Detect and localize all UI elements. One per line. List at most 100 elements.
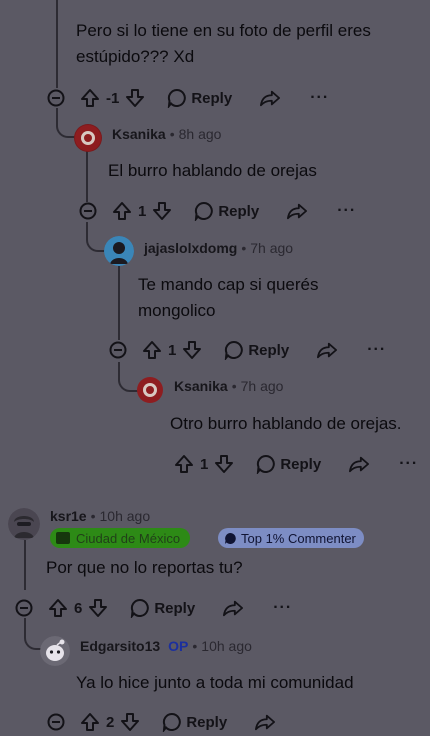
comment-meta: Ksanika • 8h ago bbox=[112, 126, 221, 142]
location-badge: Ciudad de México bbox=[50, 528, 191, 548]
reply-label: Reply bbox=[248, 341, 290, 359]
avatar[interactable] bbox=[136, 376, 164, 404]
reply-bubble-icon bbox=[194, 201, 214, 221]
reply-bubble-icon bbox=[167, 88, 187, 108]
reply-label: Reply bbox=[186, 713, 228, 731]
avatar[interactable] bbox=[104, 236, 134, 266]
comment-text: Otro burro hablando de orejas. bbox=[170, 414, 402, 433]
flag-icon bbox=[56, 532, 70, 544]
upvote-icon[interactable] bbox=[142, 340, 162, 360]
downvote-icon[interactable] bbox=[125, 88, 145, 108]
reply-label: Reply bbox=[191, 89, 233, 107]
more-options-button[interactable]: ··· bbox=[273, 599, 292, 617]
reply-label: Reply bbox=[218, 202, 260, 220]
comment-text: mongolico bbox=[138, 301, 216, 320]
comment-meta: Ksanika • 7h ago bbox=[174, 378, 283, 394]
comment-text: Te mando cap si querés bbox=[138, 275, 319, 294]
top-commenter-badge: Top 1% Commenter bbox=[218, 528, 364, 548]
thread-connector bbox=[86, 222, 106, 252]
comment-actions: 1 Reply ··· bbox=[174, 450, 418, 478]
timestamp: 10h ago bbox=[99, 508, 151, 524]
username[interactable]: Ksanika bbox=[112, 126, 166, 142]
timestamp: 7h ago bbox=[240, 378, 284, 394]
upvote-icon[interactable] bbox=[48, 598, 68, 618]
comment-actions: 2 Reply bbox=[46, 708, 276, 736]
top-commenter-badge-label: Top 1% Commenter bbox=[241, 530, 356, 546]
meta-separator: • bbox=[231, 378, 237, 394]
comment-text: Por que no lo reportas tu? bbox=[46, 558, 243, 577]
timestamp: 8h ago bbox=[178, 126, 222, 142]
reply-button[interactable]: Reply bbox=[224, 340, 289, 360]
downvote-icon[interactable] bbox=[120, 712, 140, 732]
more-options-button[interactable]: ··· bbox=[337, 202, 356, 220]
comment-meta: Edgarsito13 OP • 10h ago bbox=[80, 638, 252, 654]
reply-button[interactable]: Reply bbox=[130, 598, 195, 618]
share-icon[interactable] bbox=[255, 712, 276, 732]
collapse-icon[interactable] bbox=[46, 88, 66, 108]
upvote-icon[interactable] bbox=[80, 88, 100, 108]
more-options-button[interactable]: ··· bbox=[310, 89, 329, 107]
comment-actions: 6 Reply ··· bbox=[14, 594, 292, 622]
downvote-icon[interactable] bbox=[182, 340, 202, 360]
comment-text: El burro hablando de orejas bbox=[108, 161, 317, 180]
reply-label: Reply bbox=[154, 599, 196, 617]
thread-line bbox=[56, 0, 58, 88]
share-icon[interactable] bbox=[223, 598, 244, 618]
reply-bubble-icon bbox=[224, 340, 244, 360]
reply-bubble-icon bbox=[130, 598, 150, 618]
meta-separator: • bbox=[192, 638, 198, 654]
upvote-icon[interactable] bbox=[174, 454, 194, 474]
downvote-icon[interactable] bbox=[152, 201, 172, 221]
reply-button[interactable]: Reply bbox=[167, 88, 232, 108]
vote-score: 1 bbox=[168, 341, 177, 359]
location-badge-label: Ciudad de México bbox=[76, 530, 181, 546]
more-options-button[interactable]: ··· bbox=[399, 455, 418, 473]
meta-separator: • bbox=[241, 240, 247, 256]
reply-label: Reply bbox=[280, 455, 322, 473]
reply-bubble-icon bbox=[162, 712, 182, 732]
avatar[interactable] bbox=[40, 636, 70, 666]
meta-separator: • bbox=[169, 126, 175, 142]
username[interactable]: Edgarsito13 bbox=[80, 638, 160, 654]
upvote-icon[interactable] bbox=[80, 712, 100, 732]
thread-line bbox=[118, 266, 120, 340]
chat-bubble-icon bbox=[224, 532, 237, 545]
reply-button[interactable]: Reply bbox=[162, 712, 227, 732]
avatar[interactable] bbox=[8, 508, 40, 540]
more-options-button[interactable]: ··· bbox=[367, 341, 386, 359]
collapse-icon[interactable] bbox=[78, 201, 98, 221]
vote-score: -1 bbox=[106, 89, 120, 107]
collapse-icon[interactable] bbox=[108, 340, 128, 360]
thread-connector bbox=[56, 108, 76, 138]
comment-meta: ksr1e • 10h ago bbox=[50, 508, 150, 524]
reply-button[interactable]: Reply bbox=[256, 454, 321, 474]
timestamp: 10h ago bbox=[201, 638, 252, 654]
collapse-icon[interactable] bbox=[46, 712, 66, 732]
thread-connector bbox=[118, 362, 138, 392]
upvote-icon[interactable] bbox=[112, 201, 132, 221]
downvote-icon[interactable] bbox=[88, 598, 108, 618]
reply-bubble-icon bbox=[256, 454, 276, 474]
vote-score: 6 bbox=[74, 599, 83, 617]
comment-meta: jajaslolxdomg • 7h ago bbox=[144, 240, 293, 256]
comment-text: Ya lo hice junto a toda mi comunidad bbox=[76, 673, 354, 692]
share-icon[interactable] bbox=[287, 201, 308, 221]
vote-score: 1 bbox=[138, 202, 147, 220]
vote-score: 1 bbox=[200, 455, 209, 473]
comment-text: estúpido??? Xd bbox=[76, 47, 195, 66]
collapse-icon[interactable] bbox=[14, 598, 34, 618]
comment-actions: -1 Reply ··· bbox=[46, 84, 329, 112]
username[interactable]: ksr1e bbox=[50, 508, 87, 524]
avatar[interactable] bbox=[74, 124, 102, 152]
comment-actions: 1 Reply ··· bbox=[78, 197, 356, 225]
meta-separator: • bbox=[90, 508, 96, 524]
downvote-icon[interactable] bbox=[214, 454, 234, 474]
share-icon[interactable] bbox=[349, 454, 370, 474]
username[interactable]: jajaslolxdomg bbox=[144, 240, 237, 256]
share-icon[interactable] bbox=[260, 88, 281, 108]
comment-actions: 1 Reply ··· bbox=[108, 336, 386, 364]
share-icon[interactable] bbox=[317, 340, 338, 360]
reply-button[interactable]: Reply bbox=[194, 201, 259, 221]
thread-line bbox=[24, 540, 26, 590]
username[interactable]: Ksanika bbox=[174, 378, 228, 394]
